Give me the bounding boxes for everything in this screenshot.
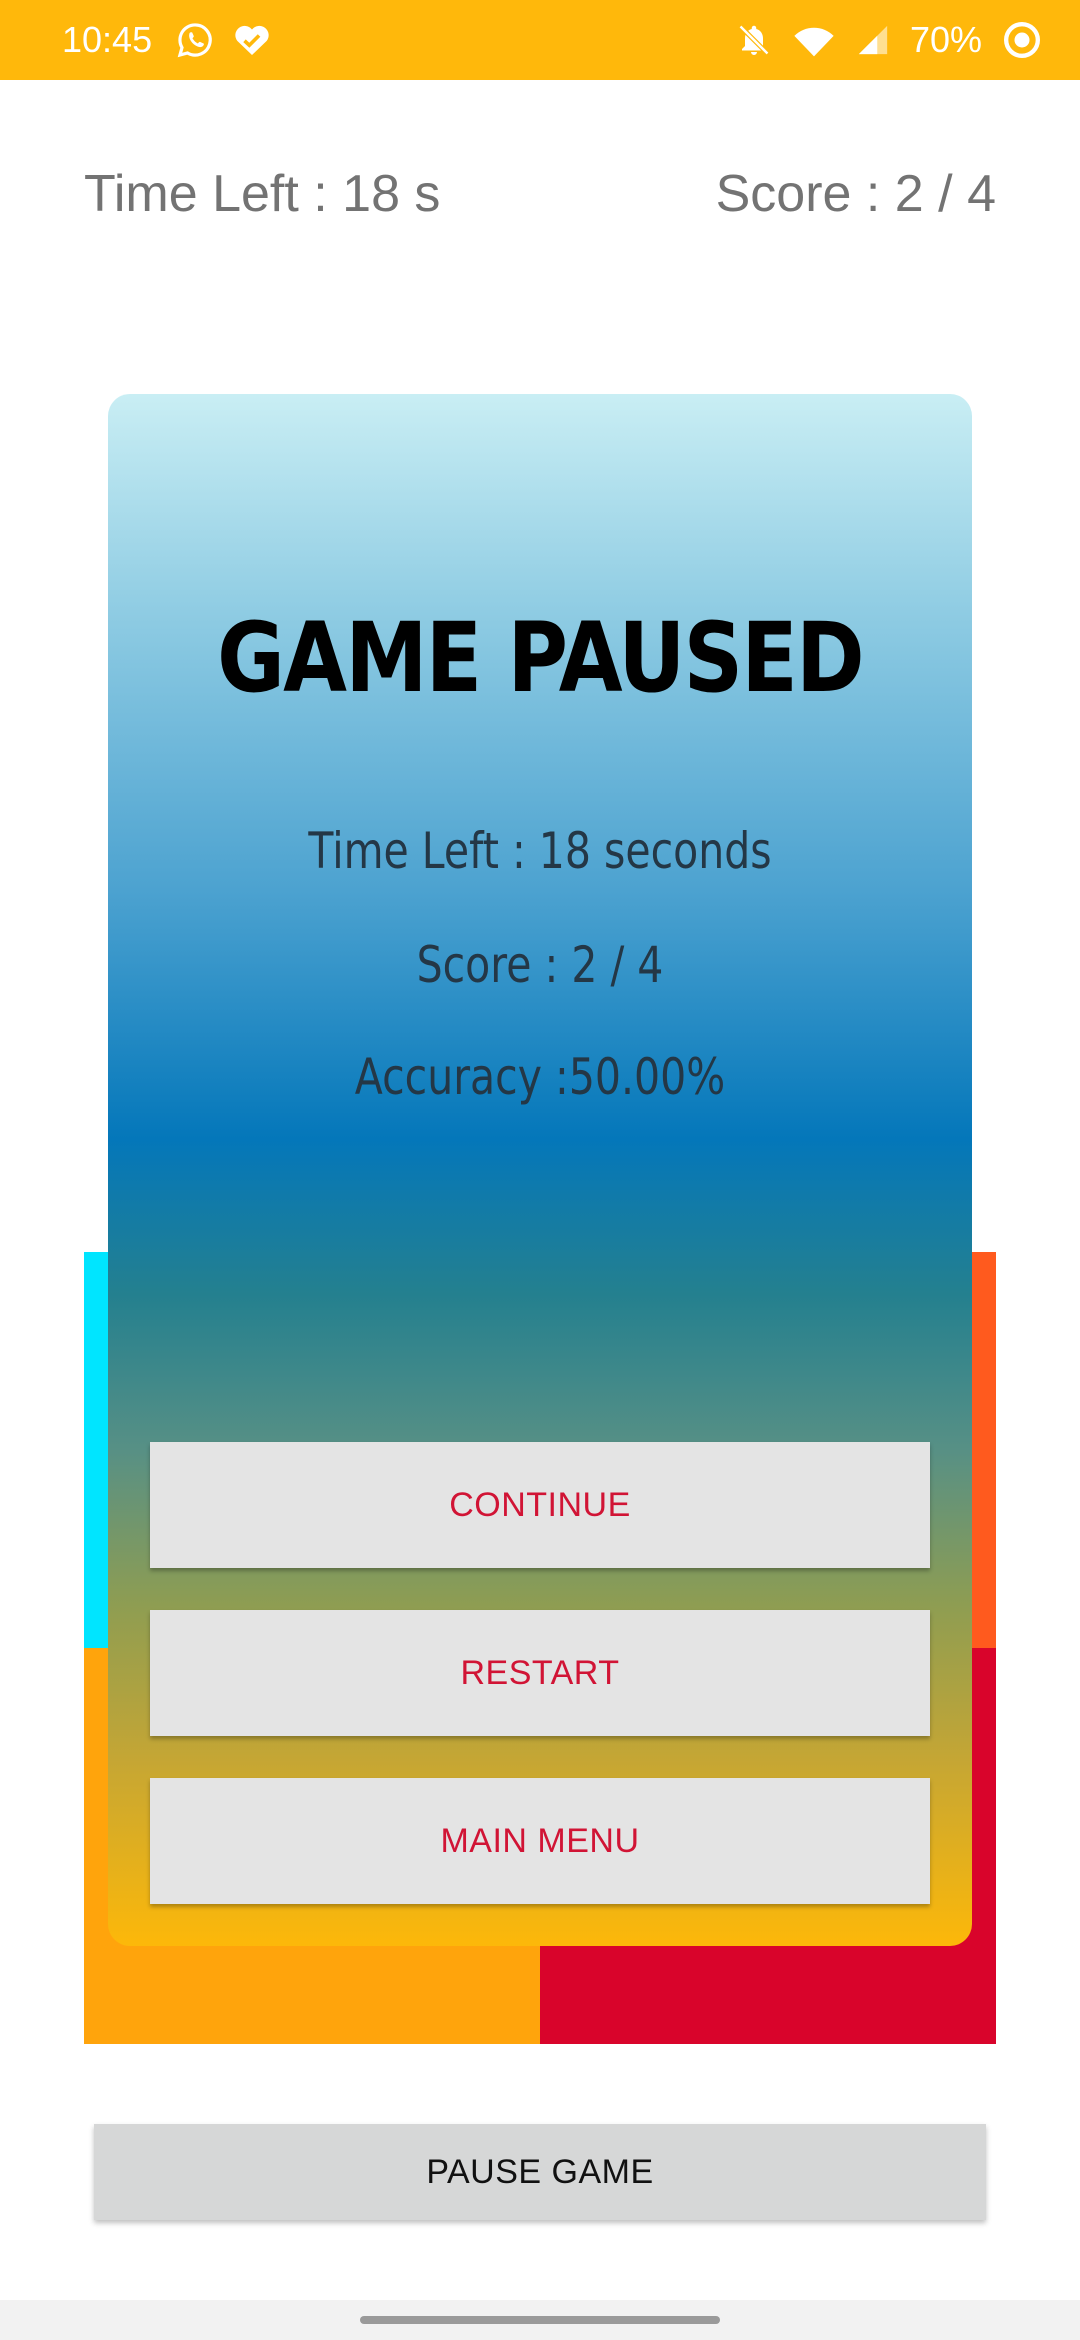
status-bar: 10:45 70% [0, 0, 1080, 80]
dialog-score: Score : 2 / 4 [416, 936, 664, 994]
time-left-label: Time Left : 18 s [84, 165, 441, 223]
pause-dialog: GAME PAUSED Time Left : 18 seconds Score… [108, 394, 972, 1946]
restart-button[interactable]: RESTART [150, 1610, 930, 1736]
pause-game-button[interactable]: PAUSE GAME [94, 2124, 986, 2220]
heart-check-icon [232, 22, 272, 58]
wifi-icon [792, 22, 836, 58]
sync-icon [1002, 20, 1042, 60]
continue-button[interactable]: CONTINUE [150, 1442, 930, 1568]
dialog-time-left: Time Left : 18 seconds [308, 822, 772, 880]
status-time: 10:45 [62, 19, 153, 60]
status-left: 10:45 [62, 0, 272, 80]
signal-icon [856, 23, 890, 57]
whatsapp-icon [176, 21, 214, 59]
gesture-handle[interactable] [360, 2316, 720, 2324]
battery-level: 70% [909, 19, 982, 60]
status-right: 70% [736, 0, 1042, 80]
bell-off-icon [736, 22, 772, 58]
score-label: Score : 2 / 4 [715, 165, 996, 223]
dialog-title: GAME PAUSED [217, 602, 864, 714]
main-menu-button[interactable]: MAIN MENU [150, 1778, 930, 1904]
dialog-accuracy: Accuracy :50.00% [354, 1048, 726, 1106]
